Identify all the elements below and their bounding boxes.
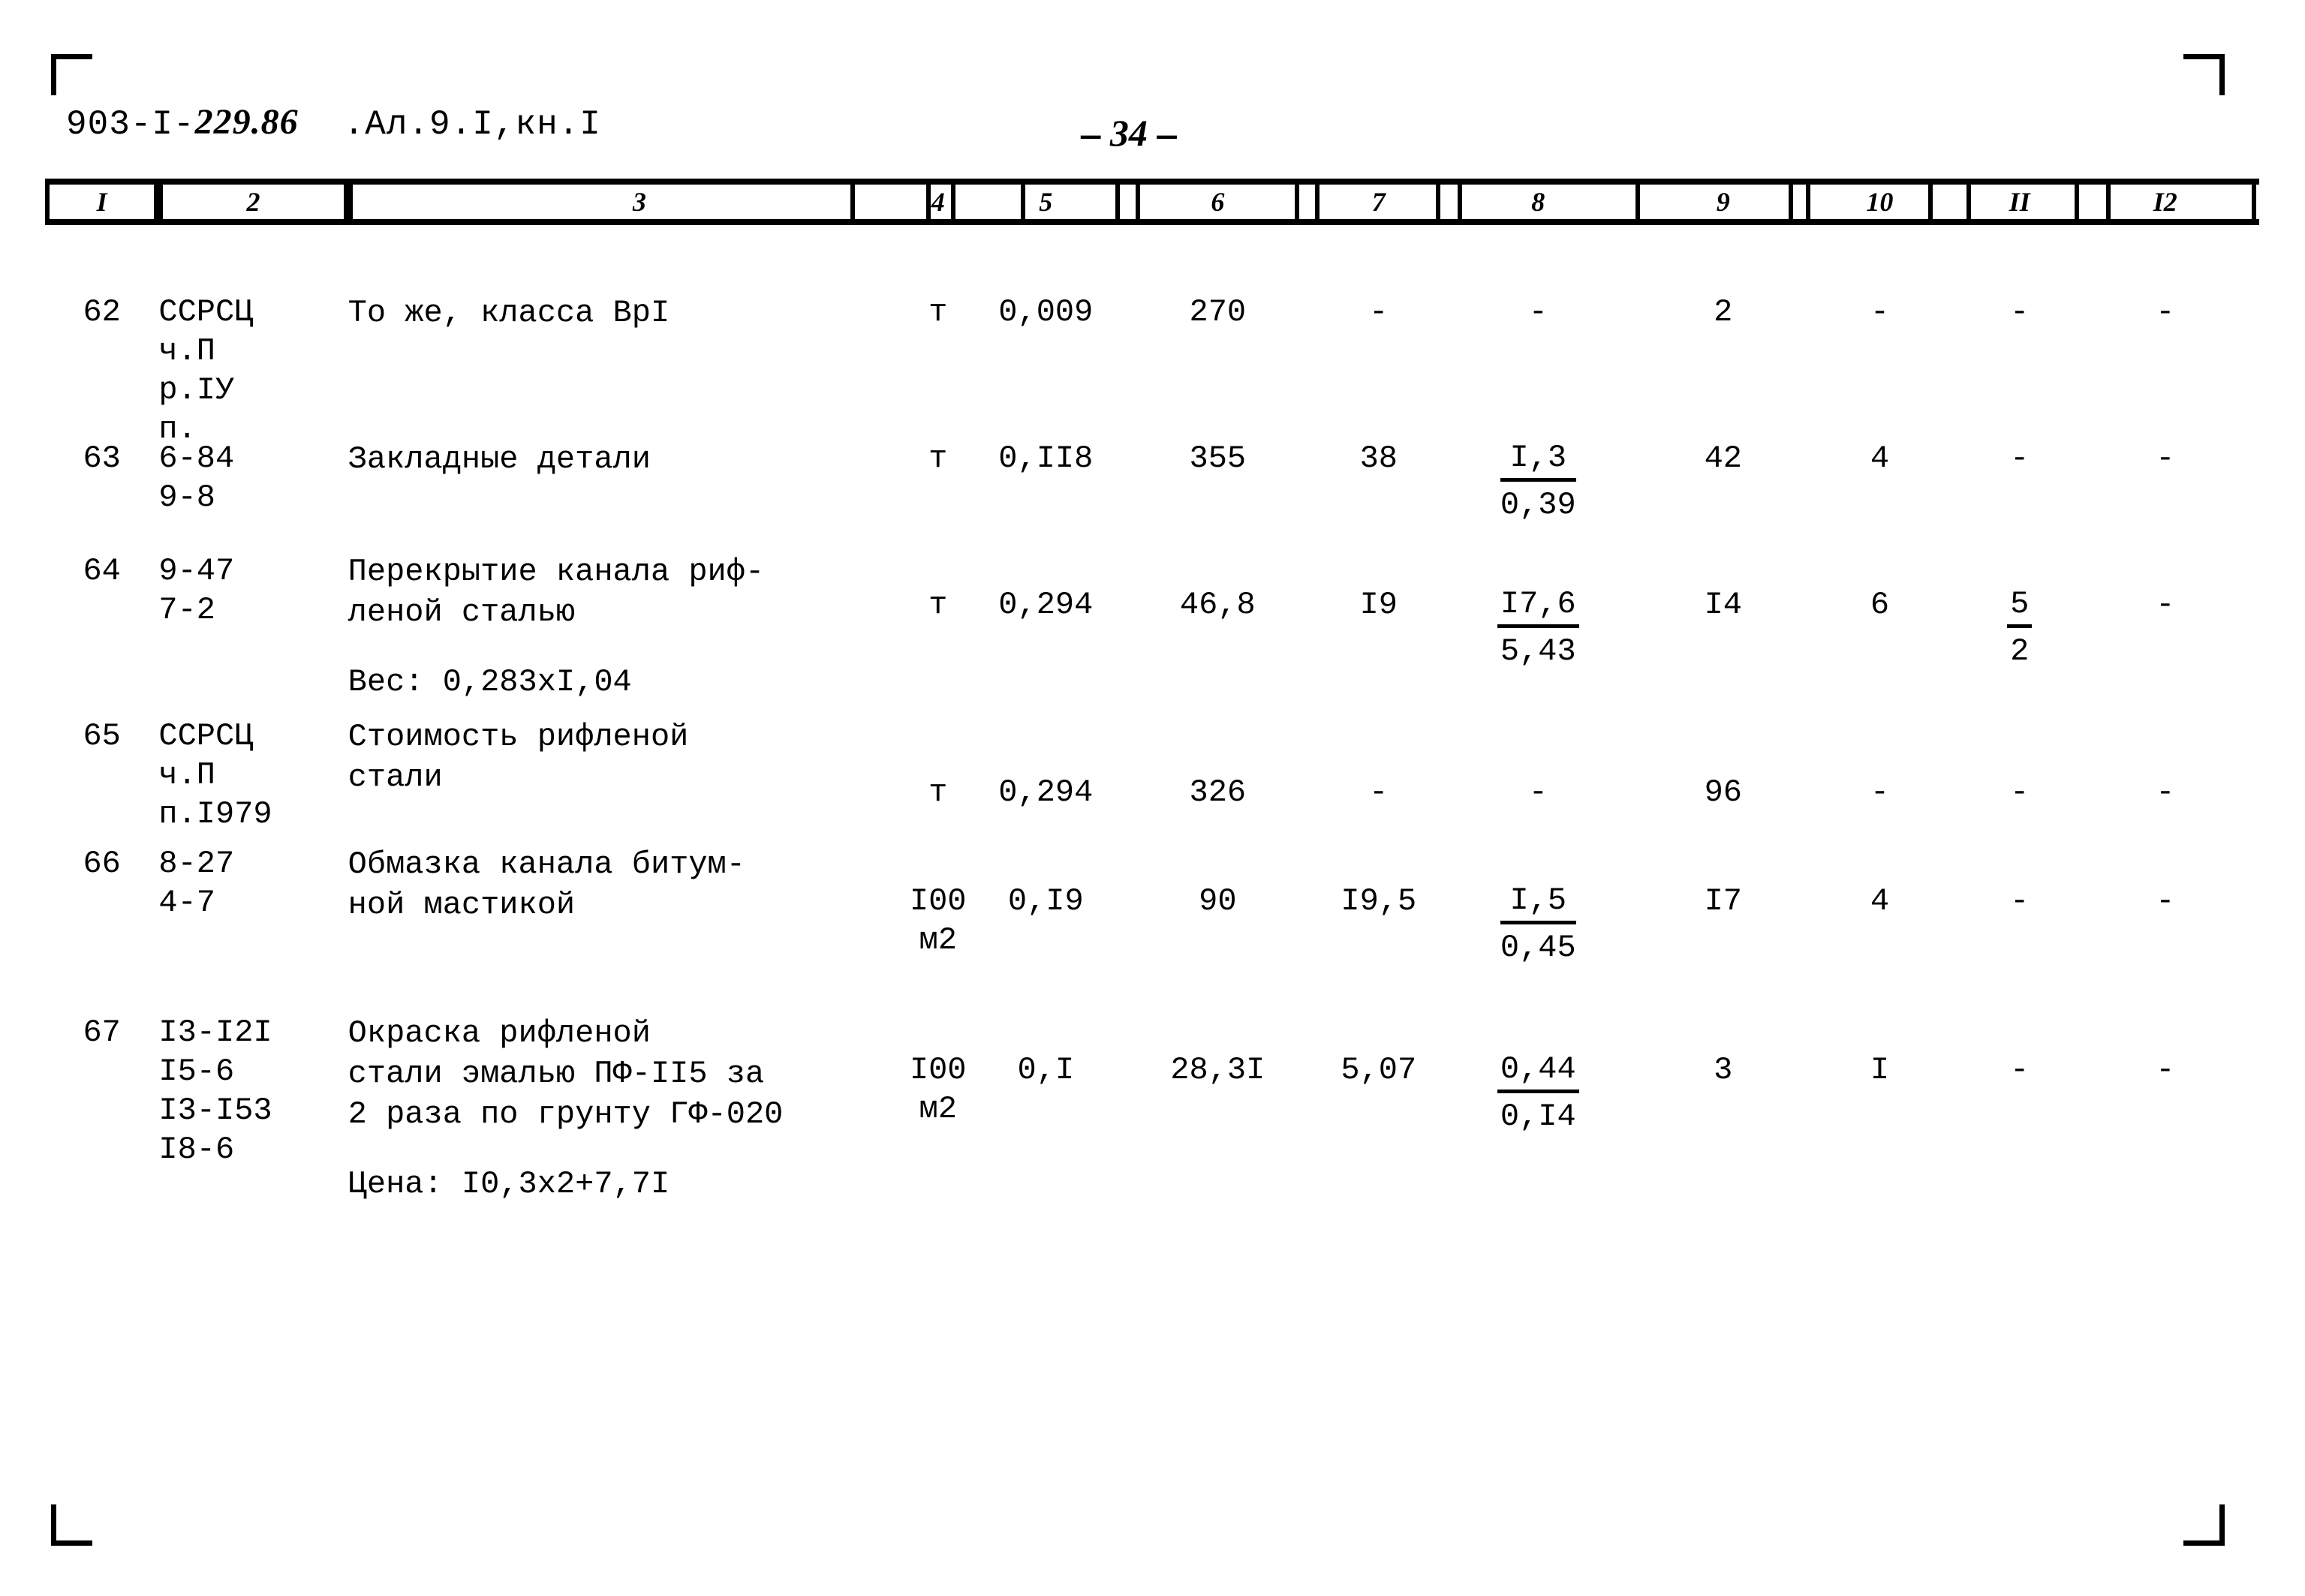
row-amount-12: - xyxy=(2156,587,2175,623)
page-number-value: 34 xyxy=(1109,112,1148,154)
column-header-2: 2 xyxy=(158,185,348,219)
page-number: — 34 — xyxy=(1081,111,1177,156)
row-description: Обмазка канала битум- ной мастикой xyxy=(348,846,745,923)
column-header-9: 9 xyxy=(1635,185,1811,219)
page-number-dash-right: — xyxy=(1157,119,1177,156)
column-header-5: 5 xyxy=(951,185,1141,219)
registration-mark-bottom-left xyxy=(51,1504,92,1546)
fraction-numerator: - xyxy=(1528,294,1548,330)
row-amount-9: I4 xyxy=(1704,587,1742,623)
row-amount-12: - xyxy=(2156,774,2175,810)
document-code-prefix: 903-I- xyxy=(66,105,195,144)
row-description: Закладные детали xyxy=(348,441,651,477)
row-quantity: 0,294 xyxy=(998,587,1094,623)
row-unit-cost: 270 xyxy=(1189,294,1247,330)
row-unit-cost: 355 xyxy=(1189,440,1247,476)
row-labor-fraction: - xyxy=(1436,773,1640,817)
row-description-note: Вес: 0,283xI,04 xyxy=(348,664,632,700)
row-item-number: 66 xyxy=(83,846,121,882)
fraction-numerator: 0,44 xyxy=(1497,1050,1579,1093)
fraction-denominator: 0,45 xyxy=(1500,930,1576,966)
fraction-denominator xyxy=(2007,1090,2032,1095)
fraction-numerator: - xyxy=(2010,1052,2030,1088)
row-labor-fraction: - xyxy=(1436,293,1640,337)
row-unit-cost: 46,8 xyxy=(1179,587,1256,623)
row-amount-12: - xyxy=(2156,883,2175,919)
fraction-numerator: - xyxy=(1528,774,1548,810)
column-header-3: 3 xyxy=(348,185,931,219)
row-unit-cost: 28,3I xyxy=(1170,1052,1265,1088)
fraction-denominator: 5,43 xyxy=(1500,633,1576,669)
row-norm-code: I3-I2I I5-6 I3-I53 I8-6 xyxy=(158,1014,272,1168)
row-amount-12: - xyxy=(2156,440,2175,476)
row-description: Перекрытие канала риф- леной сталью xyxy=(348,554,765,630)
row-description: Стоимость рифленой стали xyxy=(348,719,689,795)
document-page: 903-I-229.86 .Ал.9.I,кн.I — 34 — I2345678… xyxy=(0,0,2305,1596)
row-description: Окраска рифленой стали эмалью ПФ-II5 за … xyxy=(348,1015,784,1132)
fraction-numerator: - xyxy=(2010,883,2030,919)
row-labor-fraction: I7,6 5,43 xyxy=(1436,585,1640,671)
row-amount-9: 3 xyxy=(1714,1052,1733,1088)
table-column-header-band: I 2 3 4 5 6 7 8 9 10 II I2 xyxy=(45,179,2259,225)
registration-mark-top-left xyxy=(51,54,92,95)
row-quantity: 0,II8 xyxy=(998,440,1094,476)
fraction-numerator: I7,6 xyxy=(1497,585,1579,628)
fraction-denominator xyxy=(1526,332,1551,337)
row-item-number: 67 xyxy=(83,1014,121,1050)
fraction-numerator: - xyxy=(2010,294,2030,330)
row-item-number: 63 xyxy=(83,440,121,476)
fraction-numerator: - xyxy=(2010,774,2030,810)
fraction-denominator: 2 xyxy=(2010,633,2030,669)
row-amount-9: 96 xyxy=(1704,774,1742,810)
column-header-12: I2 xyxy=(2074,185,2257,219)
row-norm-code: 6-84 9-8 xyxy=(158,440,235,515)
column-header-6: 6 xyxy=(1115,185,1320,219)
row-amount-9: 2 xyxy=(1714,294,1733,330)
row-labor-fraction: I,5 0,45 xyxy=(1436,882,1640,967)
row-unit-cost: 326 xyxy=(1189,774,1247,810)
row-norm-code: 8-27 4-7 xyxy=(158,846,235,921)
row-item-number: 65 xyxy=(83,718,121,754)
fraction-denominator xyxy=(2007,479,2032,483)
registration-mark-bottom-right xyxy=(2183,1504,2225,1546)
row-labor-fraction: 0,44 0,I4 xyxy=(1436,1050,1640,1136)
row-item-number: 62 xyxy=(83,294,121,330)
fraction-numerator: I,5 xyxy=(1500,882,1576,924)
fraction-numerator: I,3 xyxy=(1500,439,1576,482)
row-amount-9: I7 xyxy=(1704,883,1742,919)
row-amount-12: - xyxy=(2156,1052,2175,1088)
row-quantity: 0,I xyxy=(1017,1052,1075,1088)
row-amount-12: - xyxy=(2156,294,2175,330)
column-header-8: 8 xyxy=(1436,185,1641,219)
document-code-handwritten: 229.86 xyxy=(194,102,299,142)
row-norm-code: 9-47 7-2 xyxy=(158,553,235,628)
fraction-numerator: 5 xyxy=(2007,585,2033,628)
fraction-denominator xyxy=(2007,813,2032,817)
registration-mark-top-right xyxy=(2183,54,2225,95)
fraction-denominator: 0,I4 xyxy=(1500,1099,1576,1135)
row-amount-9: 42 xyxy=(1704,440,1742,476)
document-code-header: 903-I-229.86 .Ал.9.I,кн.I xyxy=(66,101,601,144)
row-norm-code: ССРСЦ ч.П р.IУ п. xyxy=(158,294,254,447)
row-item-number: 64 xyxy=(83,553,121,589)
row-labor-fraction: I,3 0,39 xyxy=(1436,439,1640,524)
column-header-1: I xyxy=(45,185,159,219)
row-description: То же, класса ВрI xyxy=(348,295,670,331)
row-quantity: 0,009 xyxy=(998,294,1094,330)
fraction-denominator xyxy=(2007,921,2032,926)
row-quantity: 0,294 xyxy=(998,774,1094,810)
row-quantity: 0,I9 xyxy=(1007,883,1084,919)
fraction-numerator: - xyxy=(2010,440,2030,476)
row-unit-cost: 90 xyxy=(1199,883,1237,919)
page-number-dash-left: — xyxy=(1081,119,1101,156)
row-description-note: Цена: I0,3x2+7,7I xyxy=(348,1166,670,1202)
album-reference: .Ал.9.I,кн.I xyxy=(343,105,601,144)
fraction-denominator xyxy=(1526,813,1551,817)
fraction-denominator xyxy=(2007,332,2032,337)
row-norm-code: ССРСЦ ч.П п.I979 xyxy=(158,718,272,832)
fraction-denominator: 0,39 xyxy=(1500,487,1576,523)
